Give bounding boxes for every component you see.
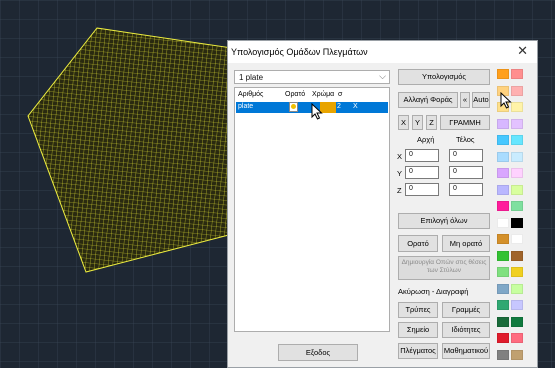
palette-swatch[interactable] [511,151,523,162]
start-y-input[interactable]: 0 [405,166,439,179]
col-header-number[interactable]: Αριθμός [238,91,263,98]
palette-swatch[interactable] [511,118,523,129]
visible-button[interactable]: Ορατό [398,235,438,252]
chevron-down-icon[interactable]: ⌵ [379,71,386,82]
arrow-left-button[interactable]: « [460,92,470,108]
math-button[interactable]: Μαθηματικού [442,343,490,359]
row-flag: X [353,103,358,110]
x-axis-button[interactable]: X [398,115,409,130]
row-index: 2 [337,103,341,110]
close-icon[interactable]: ✕ [517,44,528,58]
calculate-button[interactable]: Υπολογισμός [398,69,490,85]
dialog-titlebar: Υπολογισμός Ομάδων Πλεγμάτων ✕ [228,41,537,63]
palette-swatch[interactable] [511,283,523,294]
palette-swatch[interactable] [497,135,509,145]
palette-swatch[interactable] [511,316,523,327]
start-z-input[interactable]: 0 [405,183,439,196]
palette-swatch[interactable] [511,69,523,79]
lines-button[interactable]: Γραμμές [442,302,490,318]
end-y-input[interactable]: 0 [449,166,483,179]
palette-swatch[interactable] [497,283,509,294]
mesh-groups-dialog: Υπολογισμός Ομάδων Πλεγμάτων ✕ 1 plate ⌵… [227,40,538,368]
dialog-title: Υπολογισμός Ομάδων Πλεγμάτων [231,47,368,57]
col-header-sigma[interactable]: σ [338,91,342,98]
palette-swatch[interactable] [511,168,523,178]
line-button[interactable]: ΓΡΑΜΜΗ [440,115,490,130]
palette-swatch[interactable] [497,201,509,211]
col-header-color[interactable]: Χρώμα [312,91,334,98]
create-holes-button[interactable]: Δημιουργία Οπών στις θέσεις των Στύλων [398,256,490,280]
palette-swatch[interactable] [497,217,509,228]
col-header-visible[interactable]: Ορατό [285,91,305,98]
palette-swatch[interactable] [511,234,523,244]
palette-swatch[interactable] [497,349,509,360]
axis-y-label: Y [397,169,403,178]
palette-swatch[interactable] [511,184,523,195]
palette-swatch[interactable] [511,349,523,360]
end-x-input[interactable]: 0 [449,149,483,162]
visible-checkbox[interactable] [289,102,298,112]
palette-swatch[interactable] [497,118,509,129]
palette-swatch[interactable] [511,135,523,145]
cancel-delete-label: Ακύρωση - Διαγραφή [398,287,469,296]
group-select[interactable]: 1 plate ⌵ [234,70,390,84]
mouse-cursor-icon [311,103,323,120]
palette-swatch[interactable] [497,267,509,277]
properties-button[interactable]: Ιδιότητες [442,322,490,338]
not-visible-button[interactable]: Μη ορατό [442,235,490,252]
palette-swatch[interactable] [511,267,523,277]
checkbox-mark-icon [291,104,296,109]
palette-swatch[interactable] [511,250,523,261]
palette-swatch[interactable] [497,151,509,162]
palette-swatch[interactable] [497,300,509,310]
exit-button[interactable]: Εξοδος [278,344,358,361]
palette-swatch[interactable] [497,168,509,178]
palette-swatch[interactable] [511,333,523,343]
end-z-input[interactable]: 0 [449,183,483,196]
start-label: Αρχή [417,135,435,144]
z-axis-button[interactable]: Z [426,115,437,130]
palette-swatch[interactable] [497,316,509,327]
palette-swatch[interactable] [511,217,523,228]
axis-z-label: Z [397,186,402,195]
palette-swatch[interactable] [511,201,523,211]
palette-swatch[interactable] [497,69,509,79]
change-direction-button[interactable]: Αλλαγή Φοράς [398,92,458,108]
point-button[interactable]: Σημείο [398,322,438,338]
holes-button[interactable]: Τρύπες [398,302,438,318]
palette-swatch[interactable] [497,184,509,195]
palette-swatch[interactable] [497,333,509,343]
row-name: plate [238,103,254,110]
group-list[interactable]: Αριθμός Ορατό Χρώμα σ plate 2 X [234,87,390,332]
select-all-button[interactable]: Επιλογή όλων [398,213,490,229]
group-select-value: 1 plate [239,73,264,82]
palette-swatch[interactable] [497,234,509,244]
axis-x-label: X [397,152,403,161]
y-axis-button[interactable]: Y [412,115,423,130]
mesh-button[interactable]: Πλέγματος [398,343,438,359]
auto-button[interactable]: Auto [472,92,490,108]
start-x-input[interactable]: 0 [405,149,439,162]
end-label: Τέλος [456,135,475,144]
palette-swatch[interactable] [497,250,509,261]
palette-swatch[interactable] [511,300,523,310]
mouse-cursor-icon [500,92,512,109]
